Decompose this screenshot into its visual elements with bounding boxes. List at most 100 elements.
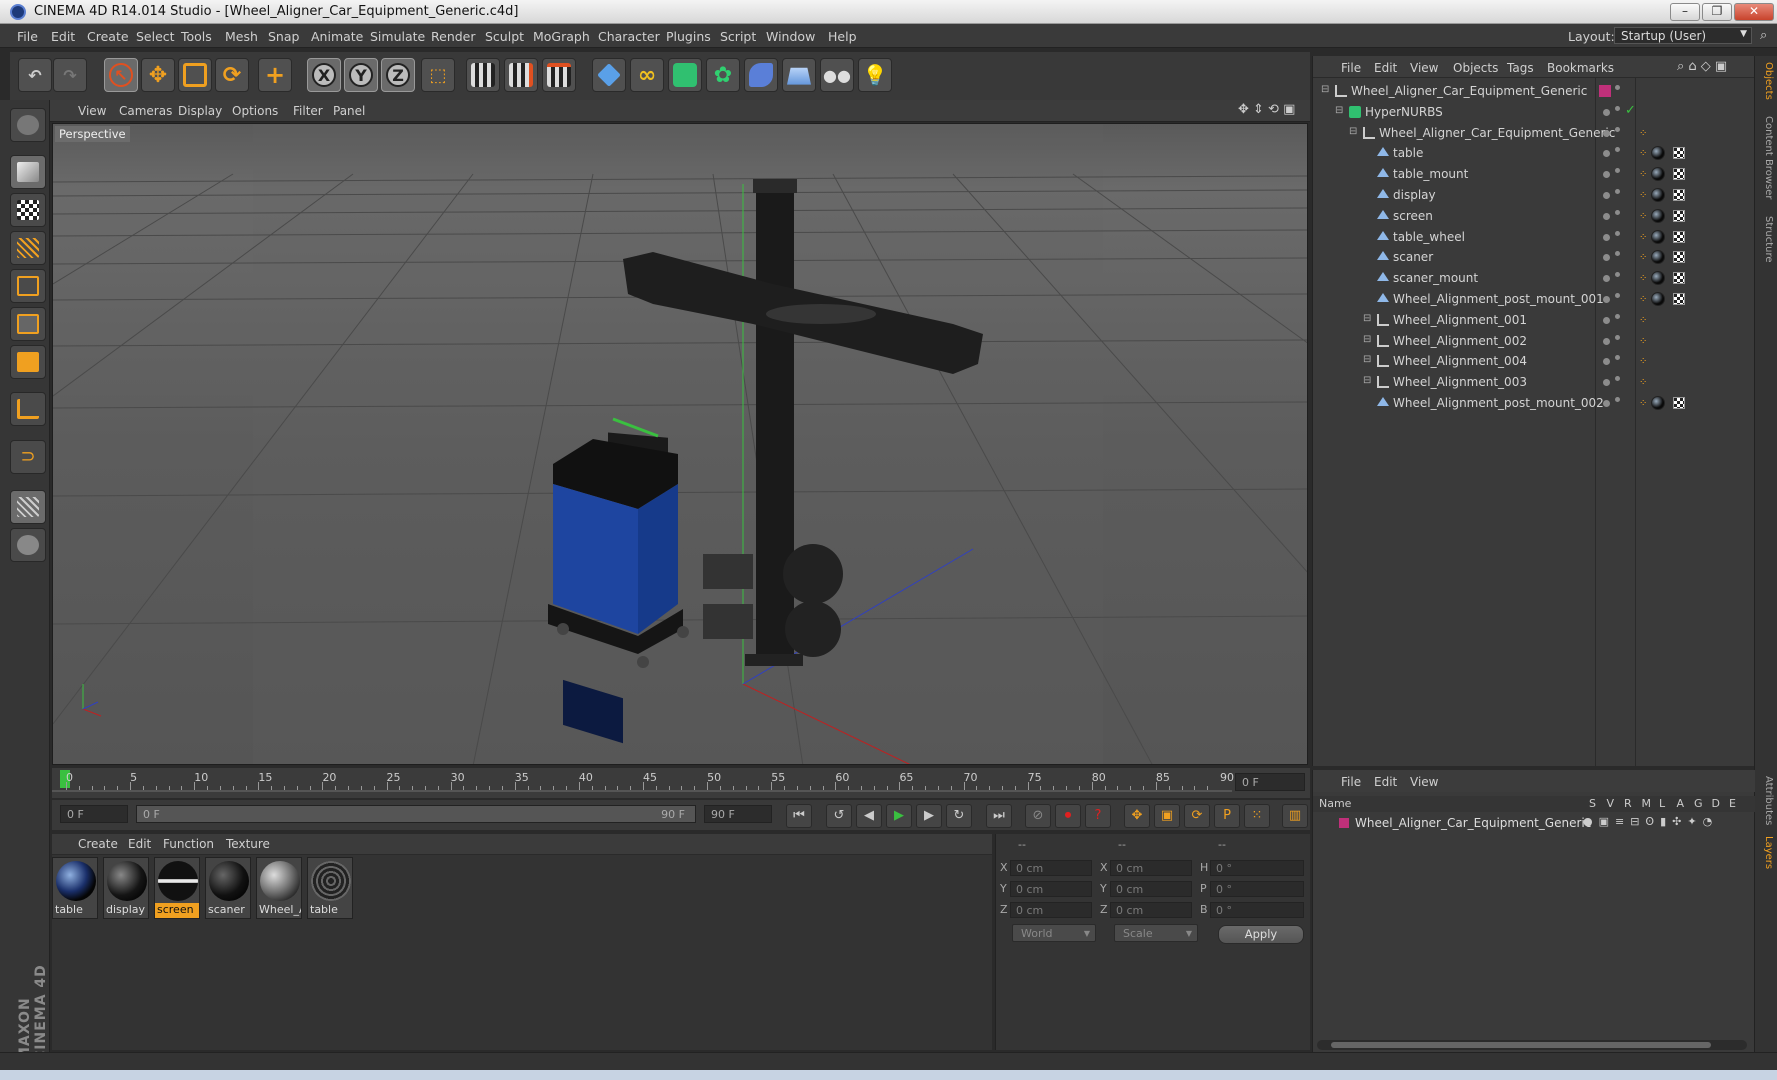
enabled-check-icon[interactable]: ✓ (1625, 103, 1636, 118)
workplane-mode-button[interactable] (10, 231, 46, 265)
minimize-button[interactable]: – (1670, 3, 1700, 21)
close-button[interactable]: ✕ (1734, 3, 1774, 21)
visibility-render-dot[interactable] (1615, 126, 1620, 132)
play-button[interactable]: ▶ (886, 804, 912, 828)
next-key-button[interactable]: ↻ (946, 804, 972, 828)
restore-button[interactable]: ❐ (1702, 3, 1732, 21)
object-row[interactable]: display ⁘ (1313, 185, 1755, 206)
redo-button[interactable]: ↷ (53, 58, 87, 92)
layers-menu-file[interactable]: File (1341, 775, 1361, 789)
menu-animate[interactable]: Animate (311, 29, 363, 44)
menu-help[interactable]: Help (828, 29, 857, 44)
tab-objects[interactable]: Objects (1758, 62, 1774, 100)
material-tag-icon[interactable] (1651, 146, 1665, 161)
visibility-render-dot[interactable] (1615, 168, 1620, 174)
layers-menu-edit[interactable]: Edit (1374, 775, 1397, 789)
layer-column-header[interactable]: L (1659, 797, 1665, 810)
expand-toggle-icon[interactable]: ⊟ (1335, 105, 1343, 116)
layer-column-header[interactable]: V (1607, 797, 1615, 810)
layer-column-header[interactable]: G (1694, 797, 1703, 810)
layout-dropdown[interactable]: Startup (User) ▼ (1614, 27, 1752, 44)
menu-render[interactable]: Render (431, 29, 476, 44)
objects-menu-bookmarks[interactable]: Bookmarks (1547, 61, 1614, 75)
phong-tag-icon[interactable]: ⁘ (1639, 252, 1647, 263)
visibility-editor-dot[interactable] (1603, 379, 1610, 387)
object-row[interactable]: screen ⁘ (1313, 206, 1755, 227)
viewport-menu-options[interactable]: Options (232, 104, 278, 118)
material-menu-create[interactable]: Create (78, 837, 118, 851)
layer-column-header[interactable]: M (1642, 797, 1652, 810)
menu-tools[interactable]: Tools (181, 29, 212, 44)
deformer-button[interactable] (744, 58, 778, 92)
menu-character[interactable]: Character (598, 29, 660, 44)
visibility-render-dot[interactable] (1615, 376, 1620, 382)
live-selection-button[interactable]: ↖ (104, 58, 138, 92)
menu-edit[interactable]: Edit (51, 29, 75, 44)
phong-tag-icon[interactable]: ⁘ (1639, 148, 1647, 159)
visibility-render-dot[interactable] (1615, 272, 1620, 278)
viewport-menu-display[interactable]: Display (178, 104, 222, 118)
uvw-tag-icon[interactable] (1673, 209, 1685, 222)
goto-start-button[interactable]: ⏮ (786, 804, 812, 828)
edges-mode-button[interactable] (10, 307, 46, 341)
rotate-button[interactable]: ⟳ (215, 58, 249, 92)
light-button[interactable]: 💡 (858, 58, 892, 92)
undo-button[interactable]: ↶ (18, 58, 52, 92)
uvw-tag-icon[interactable] (1673, 272, 1685, 285)
material-tag-icon[interactable] (1651, 271, 1665, 286)
visibility-render-dot[interactable] (1615, 313, 1620, 319)
visibility-render-dot[interactable] (1615, 230, 1620, 236)
menu-mograph[interactable]: MoGraph (533, 29, 590, 44)
phong-tag-icon[interactable]: ⁘ (1639, 211, 1647, 222)
cube-button[interactable] (592, 58, 626, 92)
visibility-editor-dot[interactable] (1603, 296, 1610, 303)
expand-toggle-icon[interactable]: ⊟ (1363, 354, 1371, 365)
next-frame-button[interactable]: ▶ (916, 804, 942, 828)
uvw-tag-icon[interactable] (1673, 147, 1685, 160)
phong-tag-icon[interactable]: ⁘ (1639, 336, 1647, 347)
visibility-render-dot[interactable] (1615, 189, 1620, 194)
object-row[interactable]: ⊟ Wheel_Alignment_002 ⁘ (1313, 331, 1755, 352)
size-mode-dropdown[interactable]: Scale ▼ (1114, 924, 1198, 942)
camera-button[interactable]: ●● (820, 58, 854, 92)
material-menu-function[interactable]: Function (163, 837, 214, 851)
viewport-menu-cameras[interactable]: Cameras (119, 104, 172, 118)
expand-toggle-icon[interactable]: ⊟ (1363, 375, 1371, 386)
layer-column-header[interactable]: A (1677, 797, 1685, 810)
visibility-editor-dot[interactable] (1603, 233, 1610, 241)
position-z-field[interactable]: 0 cm (1010, 902, 1092, 918)
phong-tag-icon[interactable]: ⁘ (1639, 190, 1647, 201)
material-swatch[interactable]: table (307, 857, 353, 919)
snap-button[interactable] (10, 490, 46, 524)
objects-toolbar-icons[interactable]: ⌕ ⌂ ◇ ▣ (1677, 59, 1727, 74)
goto-end-button[interactable]: ⏭ (986, 804, 1012, 828)
expand-toggle-icon[interactable]: ⊟ (1363, 334, 1371, 345)
menu-window[interactable]: Window (766, 29, 815, 44)
frame-range-slider[interactable]: 0 F 90 F (136, 805, 696, 823)
autokey-button[interactable]: ⏺ (1055, 804, 1081, 828)
uvw-tag-icon[interactable] (1673, 293, 1685, 305)
visibility-editor-dot[interactable] (1603, 129, 1610, 137)
rotation-h-field[interactable]: 0 ° (1210, 860, 1304, 876)
object-row[interactable]: ⊟ Wheel_Alignment_003 ⁘ (1313, 372, 1755, 393)
size-z-field[interactable]: 0 cm (1110, 902, 1192, 918)
phong-tag-icon[interactable]: ⁘ (1639, 128, 1647, 139)
layer-color-icon[interactable] (1599, 85, 1611, 97)
array-button[interactable]: ✿ (706, 58, 740, 92)
visibility-editor-dot[interactable] (1603, 150, 1610, 158)
menu-sculpt[interactable]: Sculpt (485, 29, 524, 44)
spline-button[interactable]: ∞ (630, 58, 664, 92)
visibility-render-dot[interactable] (1615, 105, 1620, 111)
viewport-nav-icons[interactable]: ✥ ⇕ ⟲ ▣ (1238, 102, 1295, 117)
visibility-render-dot[interactable] (1615, 147, 1620, 153)
timeline[interactable]: 0 5 10 15 20 25 30 35 40 45 50 55 60 65 70 75 80 85 90 0 F (52, 768, 1310, 798)
viewport-menu-filter[interactable]: Filter (293, 104, 323, 118)
help-button[interactable]: ? (1085, 804, 1111, 828)
object-row[interactable]: Wheel_Alignment_post_mount_002 ⁘ (1313, 393, 1755, 414)
tab-content-browser[interactable]: Content Browser (1758, 116, 1774, 199)
axis-mode-button[interactable] (10, 392, 46, 426)
phong-tag-icon[interactable]: ⁘ (1639, 169, 1647, 180)
scale-button[interactable] (178, 58, 212, 92)
object-row[interactable]: scaner_mount ⁘ (1313, 268, 1755, 289)
edit-render-settings-button[interactable] (542, 58, 576, 92)
